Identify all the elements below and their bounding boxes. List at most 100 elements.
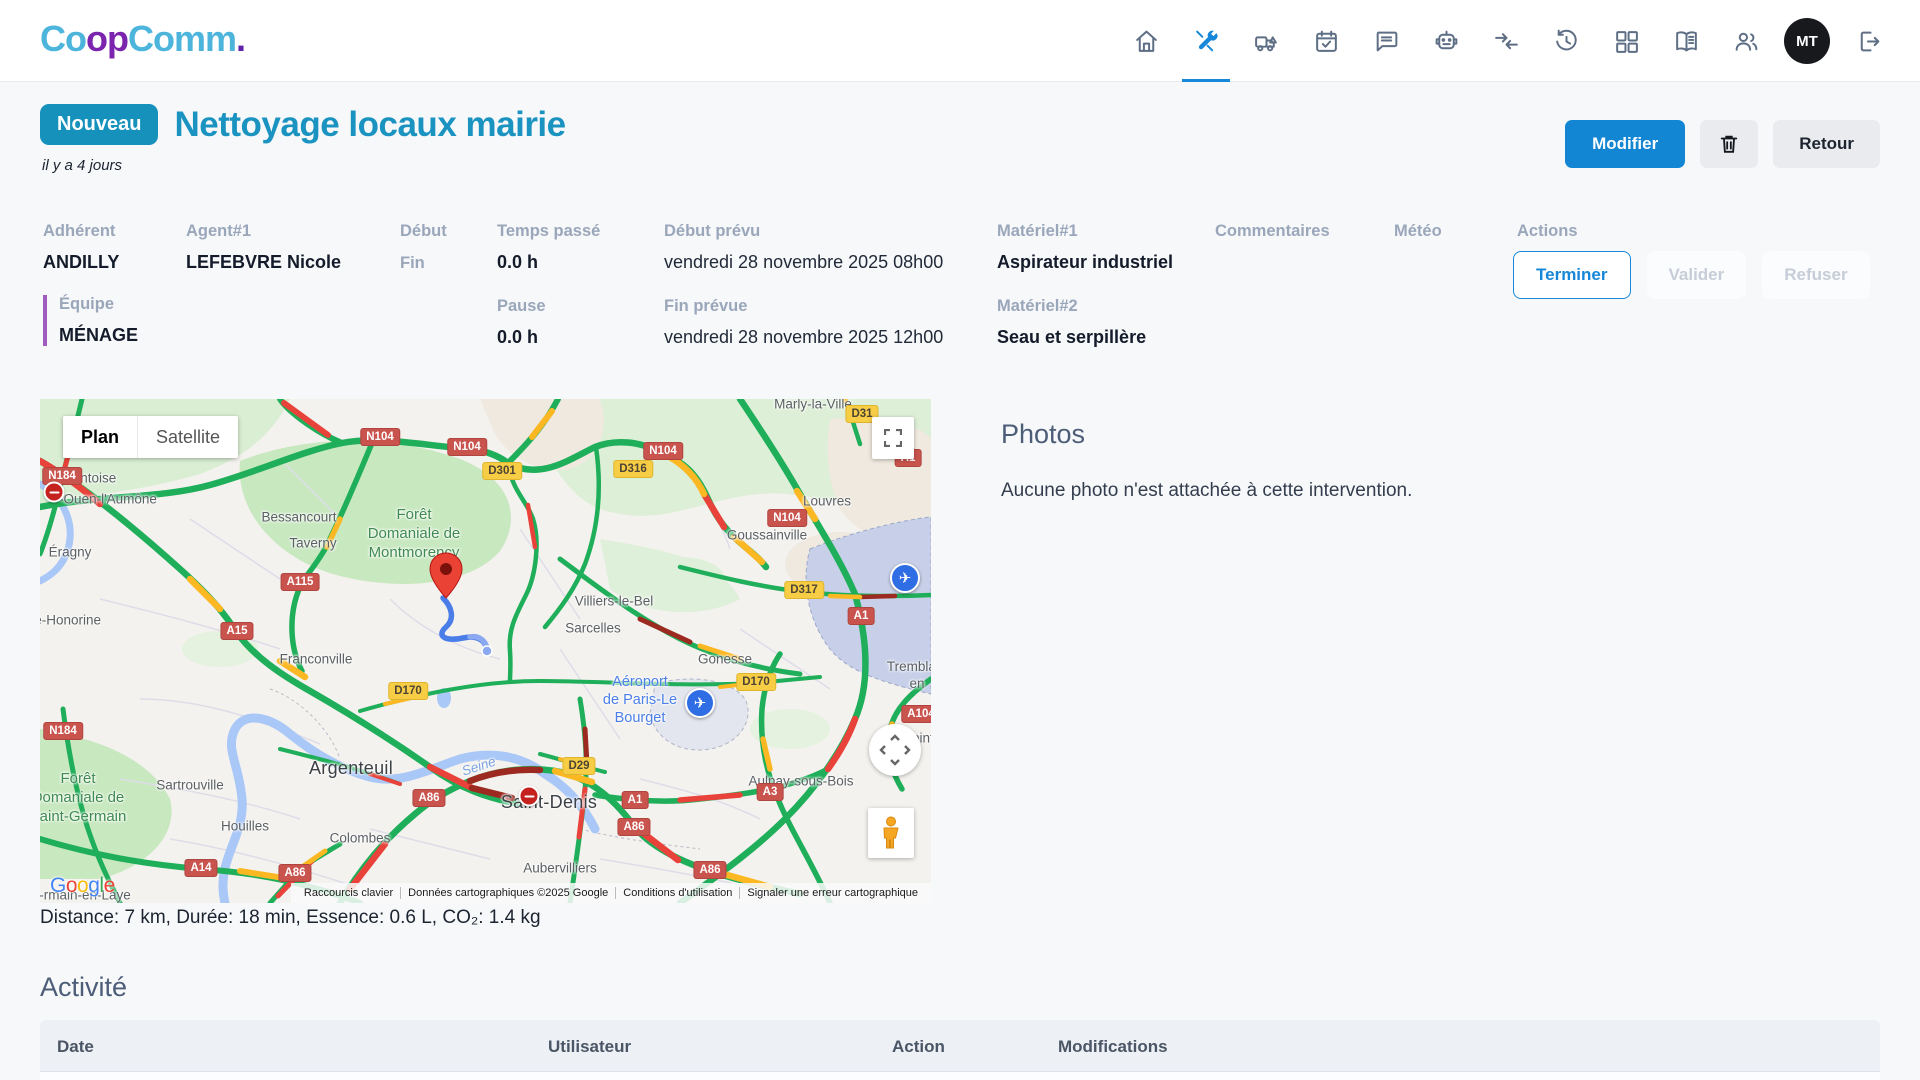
grid-icon xyxy=(1613,28,1640,55)
map-pan-control[interactable] xyxy=(869,724,921,776)
attribution-item: Données cartographiques ©2025 Google xyxy=(400,887,615,899)
field-label: Fin prévue xyxy=(664,297,943,316)
trash-icon xyxy=(1718,133,1740,155)
nav-documentation[interactable] xyxy=(1656,0,1716,82)
nav-history[interactable] xyxy=(1536,0,1596,82)
modifier-button[interactable]: Modifier xyxy=(1565,120,1685,168)
logo-part: Co xyxy=(40,18,86,59)
activity-table: Date Utilisateur Action Modifications xyxy=(40,1020,1880,1080)
photos-empty-text: Aucune photo n'est attachée à cette inte… xyxy=(1001,480,1412,502)
chat-icon xyxy=(1373,28,1400,55)
field-value: LEFEBVRE Nicole xyxy=(186,252,341,273)
pan-icon xyxy=(878,733,912,767)
main-nav: MT xyxy=(1116,0,1920,82)
app-logo[interactable]: CoopComm. xyxy=(40,18,245,60)
field-value: ANDILLY xyxy=(43,252,119,273)
field-debut-prevu: Début prévu vendredi 28 novembre 2025 08… xyxy=(664,222,943,273)
refuser-button[interactable]: Refuser xyxy=(1762,251,1869,299)
attribution-item[interactable]: Signaler une erreur cartographique xyxy=(739,887,925,899)
map-satellite-button[interactable]: Satellite xyxy=(137,416,238,458)
field-label: Commentaires xyxy=(1215,222,1330,241)
nav-interventions[interactable] xyxy=(1176,0,1236,82)
status-badge: Nouveau xyxy=(40,104,158,145)
logo-part: Comm xyxy=(128,18,236,59)
nav-messages[interactable] xyxy=(1356,0,1416,82)
truck-icon xyxy=(1253,28,1280,55)
field-temps-passe: Temps passé 0.0 h xyxy=(497,222,600,273)
nav-modules[interactable] xyxy=(1596,0,1656,82)
field-value: 0.0 h xyxy=(497,252,600,273)
field-materiel1: Matériel#1 Aspirateur industriel xyxy=(997,222,1173,273)
nav-home[interactable] xyxy=(1116,0,1176,82)
google-logo[interactable]: Google xyxy=(50,874,115,898)
map-container[interactable]: Marly-la-VillePontoise-Ouen-l'AumôneÉrag… xyxy=(40,399,931,903)
nav-assistant[interactable] xyxy=(1416,0,1476,82)
airport-marker-icon[interactable]: ✈ xyxy=(890,563,920,593)
calendar-check-icon xyxy=(1313,28,1340,55)
logo-part: op xyxy=(86,18,128,59)
valider-button[interactable]: Valider xyxy=(1647,251,1747,299)
field-value: vendredi 28 novembre 2025 08h00 xyxy=(664,252,943,273)
map-graphic xyxy=(40,399,931,903)
map-plan-button[interactable]: Plan xyxy=(63,416,137,458)
tools-icon xyxy=(1193,28,1220,55)
column-header-action: Action xyxy=(892,1037,945,1057)
nav-vehicles[interactable] xyxy=(1236,0,1296,82)
pegman-icon xyxy=(880,816,902,850)
attribution-item[interactable]: Conditions d'utilisation xyxy=(615,887,739,899)
map-fullscreen-button[interactable] xyxy=(872,417,914,459)
nav-members[interactable] xyxy=(1716,0,1776,82)
field-pause: Pause 0.0 h xyxy=(497,297,546,348)
google-logo-letter: g xyxy=(88,874,99,897)
field-label: Pause xyxy=(497,297,546,316)
nav-merge[interactable] xyxy=(1476,0,1536,82)
map-pin[interactable] xyxy=(428,552,464,600)
field-value: Aspirateur industriel xyxy=(997,252,1173,273)
merge-arrows-icon xyxy=(1493,28,1520,55)
field-label: Matériel#1 xyxy=(997,222,1173,241)
people-icon xyxy=(1733,28,1760,55)
logo-part: . xyxy=(236,18,245,59)
route-info: Distance: 7 km, Durée: 18 min, Essence: … xyxy=(40,907,541,929)
road-closed-icon xyxy=(44,482,65,503)
attribution-item[interactable]: Raccourcis clavier xyxy=(297,887,400,899)
field-label: Adhérent xyxy=(43,222,119,241)
road-closed-icon xyxy=(519,786,540,807)
field-value: Seau et serpillère xyxy=(997,327,1146,348)
map-pegman-button[interactable] xyxy=(868,808,914,858)
map-type-control: Plan Satellite xyxy=(63,416,238,458)
nav-logout[interactable] xyxy=(1838,0,1898,82)
photos-title: Photos xyxy=(1001,419,1085,450)
logout-icon xyxy=(1855,28,1882,55)
field-label: Début prévu xyxy=(664,222,943,241)
book-icon xyxy=(1673,28,1700,55)
google-logo-letter: G xyxy=(50,874,66,897)
field-fin-prevue: Fin prévue vendredi 28 novembre 2025 12h… xyxy=(664,297,943,348)
activity-table-body xyxy=(40,1072,1880,1080)
google-logo-letter: o xyxy=(66,874,77,897)
field-adherent: Adhérent ANDILLY xyxy=(43,222,119,273)
fullscreen-icon xyxy=(884,429,902,447)
column-header-utilisateur: Utilisateur xyxy=(548,1037,631,1057)
airport-marker-icon[interactable]: ✈ xyxy=(685,688,715,718)
field-debut: Début Fin xyxy=(400,222,447,273)
avatar[interactable]: MT xyxy=(1784,18,1830,64)
terminer-button[interactable]: Terminer xyxy=(1513,251,1631,299)
delete-button[interactable] xyxy=(1700,120,1758,168)
home-icon xyxy=(1133,28,1160,55)
activity-title: Activité xyxy=(40,972,127,1003)
column-header-date: Date xyxy=(57,1037,94,1057)
map-attribution: Raccourcis clavierDonnées cartographique… xyxy=(291,883,931,903)
field-label: Agent#1 xyxy=(186,222,341,241)
field-label: Actions xyxy=(1517,222,1578,241)
field-agent1: Agent#1 LEFEBVRE Nicole xyxy=(186,222,341,273)
field-label: Matériel#2 xyxy=(997,297,1146,316)
field-label: Temps passé xyxy=(497,222,600,241)
retour-button[interactable]: Retour xyxy=(1773,120,1880,168)
google-logo-letter: o xyxy=(77,874,88,897)
nav-planning[interactable] xyxy=(1296,0,1356,82)
field-commentaires: Commentaires xyxy=(1215,222,1330,241)
activity-table-header: Date Utilisateur Action Modifications xyxy=(40,1020,1880,1072)
page-title: Nettoyage locaux mairie xyxy=(174,105,565,145)
field-value: 0.0 h xyxy=(497,327,546,348)
